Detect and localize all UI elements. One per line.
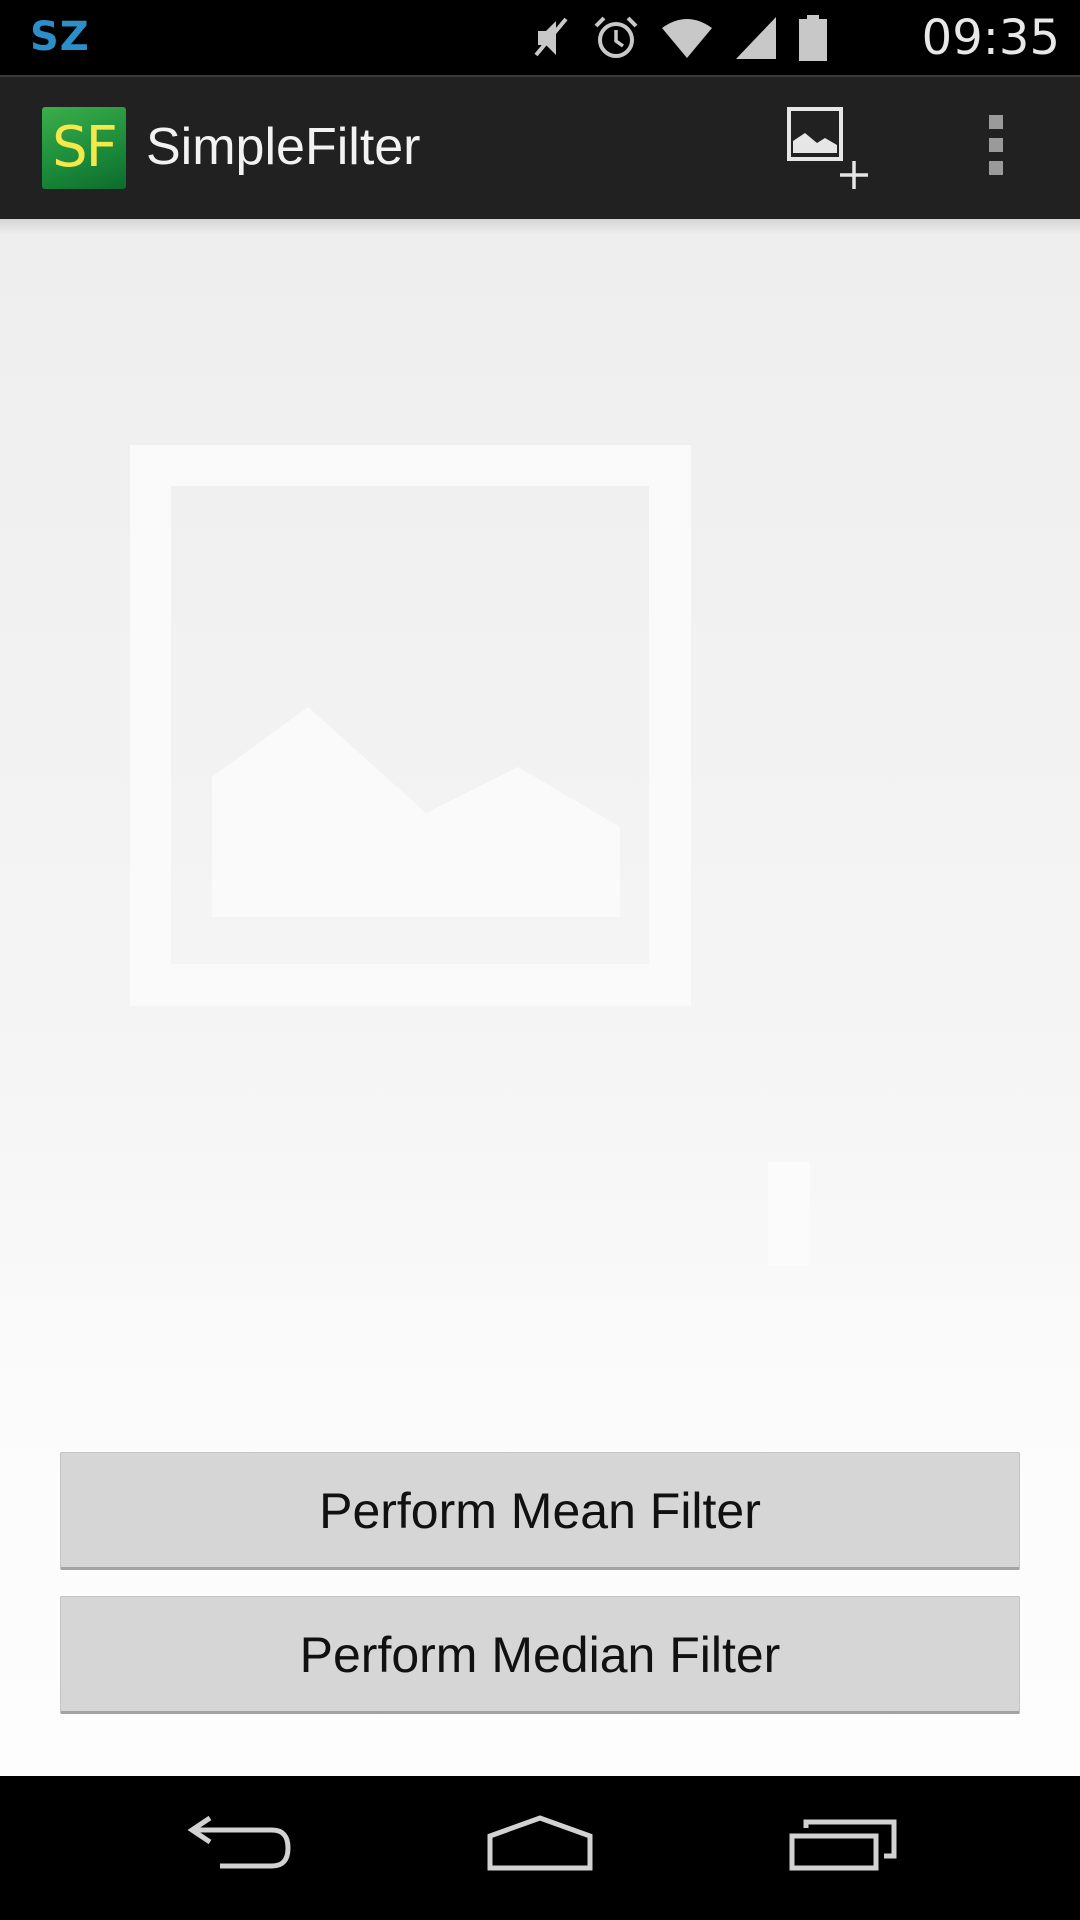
recent-apps-icon	[789, 1819, 897, 1871]
clock: 09:35	[921, 10, 1060, 66]
main-content: Perform Mean Filter Perform Median Filte…	[0, 219, 1080, 1776]
signal-icon	[734, 15, 778, 61]
add-image-placeholder-icon	[129, 444, 949, 1478]
back-icon	[187, 1815, 291, 1869]
add-image-button[interactable]	[780, 105, 874, 195]
action-bar: SF SimpleFilter	[0, 75, 1080, 219]
home-button[interactable]	[480, 1812, 600, 1882]
back-button[interactable]	[180, 1812, 300, 1882]
navigation-bar	[0, 1776, 1080, 1920]
carrier-label: SZ	[30, 14, 90, 60]
home-icon	[487, 1815, 593, 1871]
overflow-menu-icon	[976, 115, 1016, 175]
app-logo[interactable]: SF	[42, 107, 126, 189]
image-placeholder[interactable]	[129, 444, 950, 1478]
mute-icon	[530, 15, 572, 61]
status-icons	[530, 12, 828, 64]
battery-icon	[798, 14, 828, 62]
alarm-icon	[592, 14, 640, 62]
recent-apps-button[interactable]	[782, 1812, 902, 1882]
mean-filter-button[interactable]: Perform Mean Filter	[60, 1452, 1020, 1570]
status-bar: SZ 09:35	[0, 0, 1080, 75]
app-title: SimpleFilter	[146, 118, 421, 176]
overflow-menu-button[interactable]	[976, 115, 1016, 185]
wifi-icon	[660, 16, 714, 60]
median-filter-button[interactable]: Perform Median Filter	[60, 1596, 1020, 1714]
add-image-icon	[787, 107, 868, 189]
